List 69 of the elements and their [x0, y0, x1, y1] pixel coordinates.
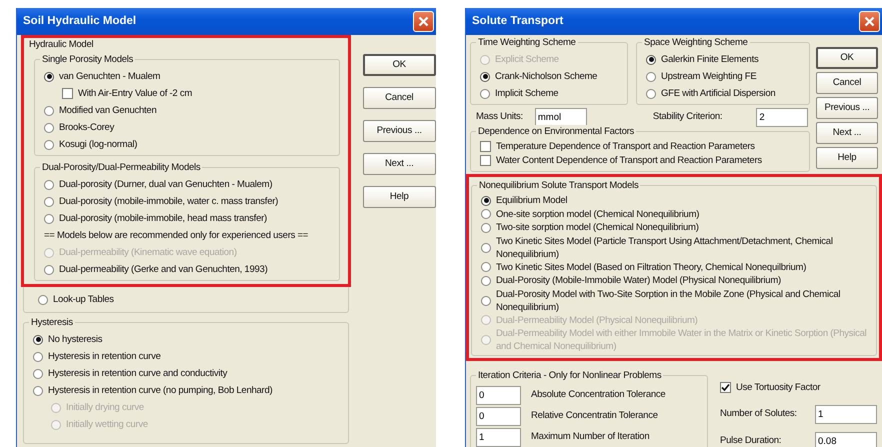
radio-button[interactable]: Hysteresis in retention curve (no pumping, Bob Lenhard)	[33, 382, 272, 400]
dialog-button[interactable]: Next ...	[362, 153, 436, 175]
dialog-button[interactable]: Next ...	[816, 122, 878, 144]
radio-button[interactable]: Modified van Genuchten	[44, 102, 156, 120]
group-title: Time Weighting Scheme	[476, 36, 578, 49]
text-field[interactable]: 2	[756, 108, 808, 127]
radio-button[interactable]: Dual-Porosity Model with Two-Site Sorption in the Mobile Zone (Physical and Chemical Nonequilibrium)	[481, 288, 870, 314]
radio-button[interactable]: Dual-porosity (Durner, dual van Genuchten - Mualem)	[44, 176, 272, 194]
radio-button[interactable]: Dual-porosity (mobile-immobile, water c. mass transfer)	[44, 193, 278, 210]
text-field[interactable]: 1	[815, 405, 877, 424]
radio-button[interactable]: Hysteresis in retention curve	[33, 348, 161, 366]
radio-button[interactable]: Crank-Nicholson Scheme	[480, 68, 598, 85]
radio-button[interactable]: Dual-porosity (mobile-immobile, head mass transfer)	[44, 210, 267, 228]
radio-button[interactable]: Implicit Scheme	[480, 85, 558, 102]
checkbox[interactable]: Use Tortuosity Factor	[720, 378, 820, 396]
radio-button[interactable]: van Genuchten - Mualem	[44, 68, 160, 86]
group-title: Single Porosity Models	[40, 53, 136, 66]
text-field[interactable]: 0	[476, 386, 521, 405]
radio-button[interactable]: Dual-Porosity (Mobile-Immobile Water) Model (Physical Nonequilibrium)	[481, 274, 781, 288]
text-field[interactable]: 0	[476, 407, 521, 426]
close-icon	[418, 16, 429, 27]
group-title: Space Weighting Scheme	[642, 36, 750, 49]
dialog-button[interactable]: Cancel	[362, 87, 436, 109]
radio-button[interactable]: Equilibrium Model	[481, 194, 568, 208]
close-button[interactable]	[859, 11, 880, 32]
checkbox[interactable]: Water Content Dependence of Transport and Reaction Parameters	[480, 154, 762, 167]
dialog-button[interactable]: Previous ...	[816, 97, 878, 119]
group-title: Dual-Porosity/Dual-Permeability Models	[40, 161, 202, 174]
field-label: Pulse Duration:	[720, 434, 782, 447]
window-title: Soil Hydraulic Model	[23, 14, 136, 29]
radio-button[interactable]: Two-site sorption model (Chemical Nonequilibrium)	[481, 221, 699, 234]
dialog-button[interactable]: OK	[816, 47, 878, 69]
radio-button[interactable]: Two Kinetic Sites Model (Based on Filtration Theory, Chemical Nonequilbrium)	[481, 260, 806, 274]
radio-button[interactable]: Brooks-Corey	[44, 119, 114, 136]
field-label: Relative Concentratin Tolerance	[531, 409, 658, 424]
radio-button[interactable]: Two Kinetic Sites Model (Particle Transport Using Attachment/Detachment, Chemical Nonequilibrium)	[481, 234, 870, 260]
field-label: Maximum Number of Iteration	[531, 430, 650, 444]
group-title: Nonequilibrium Solute Transport Models	[477, 179, 640, 192]
check-icon	[721, 382, 730, 392]
dialog-button[interactable]: OK	[362, 54, 436, 76]
close-button[interactable]	[413, 11, 434, 32]
radio-button[interactable]: Galerkin Finite Elements	[646, 51, 758, 68]
radio-button[interactable]: GFE with Artificial Dispersion	[646, 85, 776, 102]
group-title: Hysteresis	[29, 316, 75, 330]
field-label: Mass Units:	[476, 110, 523, 124]
group-title: Hydraulic Model	[29, 38, 94, 52]
note-text: == Models below are recommended only for experienced users ==	[43, 229, 310, 244]
field-label: Number of Solutes:	[720, 407, 798, 422]
radio-button[interactable]: Hysteresis in retention curve and conductivity	[33, 365, 228, 382]
group-title: Iteration Criteria - Only for Nonlinear Problems	[476, 369, 664, 382]
dialog-button[interactable]: Help	[362, 186, 436, 208]
radio-button[interactable]: No hysteresis	[33, 331, 102, 348]
group-title: Dependence on Environmental Factors	[476, 125, 636, 138]
field-label: Absolute Concentration Tolerance	[531, 388, 666, 402]
radio-button[interactable]: Look-up Tables	[38, 291, 114, 308]
text-field[interactable]: 0.08	[815, 432, 877, 447]
dialog-button[interactable]: Previous ...	[362, 120, 436, 142]
radio-button[interactable]: Upstream Weighting FE	[646, 68, 756, 85]
radio-button[interactable]: Kosugi (log-normal)	[44, 136, 138, 154]
dialog-button[interactable]: Cancel	[816, 72, 878, 94]
text-field[interactable]: 1	[476, 428, 521, 447]
radio-button[interactable]: One-site sorption model (Chemical Nonequilibrium)	[481, 208, 700, 221]
checkbox[interactable]: Temperature Dependence of Transport and Reaction Parameters	[480, 140, 755, 154]
close-icon	[864, 16, 875, 27]
window-title: Solute Transport	[472, 14, 564, 29]
radio-button[interactable]: Dual-permeability (Gerke and van Genuchten, 1993)	[44, 261, 268, 278]
checkbox[interactable]: With Air-Entry Value of -2 cm	[62, 85, 192, 102]
field-label: Stability Criterion:	[652, 110, 722, 124]
dialog-button[interactable]: Help	[816, 147, 878, 169]
